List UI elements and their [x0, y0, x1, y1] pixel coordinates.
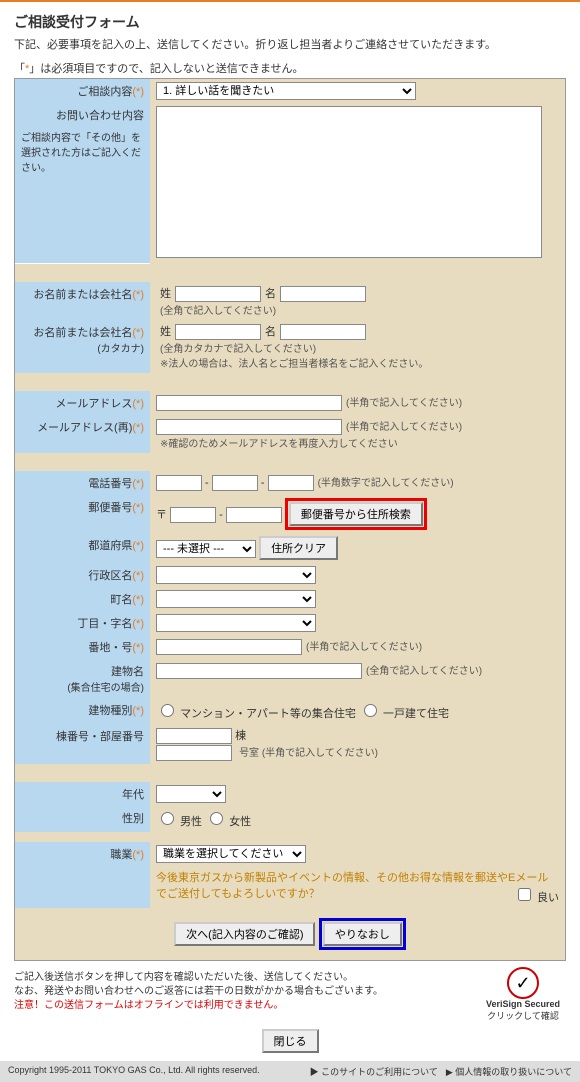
optin-checkbox[interactable]: 良い — [514, 885, 559, 905]
close-button[interactable]: 閉じる — [262, 1029, 319, 1053]
zip1-input[interactable] — [170, 507, 216, 523]
pref-select[interactable]: --- 未選択 --- — [156, 540, 256, 558]
town-select[interactable] — [156, 590, 316, 608]
label-email2: メールアドレス(再)(*) — [15, 415, 150, 453]
footer-link-2[interactable]: ▶ 個人情報の取り扱いについて — [446, 1067, 572, 1077]
zip-search-button[interactable]: 郵便番号から住所検索 — [289, 502, 423, 526]
optin-text: 今後東京ガスから新製品やイベントの情報、その他お得な情報を郵送やEメールでご送付… — [156, 872, 548, 900]
confirm-button[interactable]: 次へ(記入内容のご確認) — [174, 922, 315, 946]
lead-text: 下記、必要事項を記入の上、送信してください。折り返し担当者よりご連絡させていただ… — [14, 36, 580, 52]
reset-button[interactable]: やりなおし — [323, 922, 402, 946]
label-tel: 電話番号(*) — [15, 471, 150, 495]
label-age: 年代 — [15, 782, 150, 806]
age-select[interactable] — [156, 785, 226, 803]
email2-input[interactable] — [156, 419, 342, 435]
label-chome: 丁目・字名(*) — [15, 611, 150, 635]
tel3-input[interactable] — [268, 475, 314, 491]
room-num-input[interactable] — [156, 745, 232, 761]
label-email: メールアドレス(*) — [15, 391, 150, 415]
content-select[interactable]: 1. 詳しい話を聞きたい — [156, 82, 416, 100]
buildtype-house[interactable]: 一戸建て住宅 — [359, 708, 449, 720]
label-pref: 都道府県(*) — [15, 533, 150, 563]
label-name: お名前または会社名(*) — [15, 282, 150, 320]
copyright: Copyright 1995-2011 TOKYO GAS Co., Ltd. … — [8, 1065, 260, 1078]
label-room: 棟番号・部屋番号 — [15, 724, 150, 764]
required-note: 「*」は必須項目ですので、記入しないと送信できません。 — [14, 60, 580, 76]
gender-male[interactable]: 男性 — [156, 816, 202, 828]
tel2-input[interactable] — [212, 475, 258, 491]
zip-search-highlight: 郵便番号から住所検索 — [285, 498, 427, 530]
form: ご相談内容(*) 1. 詳しい話を聞きたい お問い合わせ内容ご相談内容で「その他… — [14, 78, 566, 961]
label-building: 建物名(集合住宅の場合) — [15, 659, 150, 698]
gender-female[interactable]: 女性 — [205, 816, 251, 828]
inquiry-textarea[interactable] — [156, 106, 542, 258]
label-job: 職業(*) — [15, 842, 150, 866]
buildtype-mansion[interactable]: マンション・アパート等の集合住宅 — [156, 708, 356, 720]
addr-clear-button[interactable]: 住所クリア — [259, 536, 338, 560]
label-name-kana: お名前または会社名(*)(カタカナ) — [15, 320, 150, 373]
label-city: 行政区名(*) — [15, 563, 150, 587]
label-gender: 性別 — [15, 806, 150, 832]
label-banchi: 番地・号(*) — [15, 635, 150, 659]
page-title: ご相談受付フォーム — [14, 12, 580, 32]
mei-kana-input[interactable] — [280, 324, 366, 340]
check-icon: ✓ — [507, 967, 539, 999]
banchi-input[interactable] — [156, 639, 302, 655]
job-select[interactable]: 職業を選択してください — [156, 845, 306, 863]
sei-input[interactable] — [175, 286, 261, 302]
zip2-input[interactable] — [226, 507, 282, 523]
room-tou-input[interactable] — [156, 728, 232, 744]
label-town: 町名(*) — [15, 587, 150, 611]
chome-select[interactable] — [156, 614, 316, 632]
sei-kana-input[interactable] — [175, 324, 261, 340]
mei-input[interactable] — [280, 286, 366, 302]
label-content: ご相談内容(*) — [15, 79, 150, 103]
verisign-seal[interactable]: ✓ VeriSign Secured クリックして確認 — [486, 967, 560, 1022]
building-input[interactable] — [156, 663, 362, 679]
tel1-input[interactable] — [156, 475, 202, 491]
label-inquiry: お問い合わせ内容ご相談内容で「その他」を選択された方はご記入ください。 — [15, 103, 150, 263]
page-footer: Copyright 1995-2011 TOKYO GAS Co., Ltd. … — [0, 1061, 580, 1082]
city-select[interactable] — [156, 566, 316, 584]
footer-link-1[interactable]: ▶ このサイトのご利用について — [310, 1067, 438, 1077]
footer-notes: ご記入後送信ボタンを押して内容を確認いただいた後、送信してください。 なお、発送… — [14, 971, 566, 1013]
label-zip: 郵便番号(*) — [15, 495, 150, 533]
email-input[interactable] — [156, 395, 342, 411]
reset-highlight: やりなおし — [319, 918, 406, 950]
label-buildtype: 建物種別(*) — [15, 698, 150, 724]
